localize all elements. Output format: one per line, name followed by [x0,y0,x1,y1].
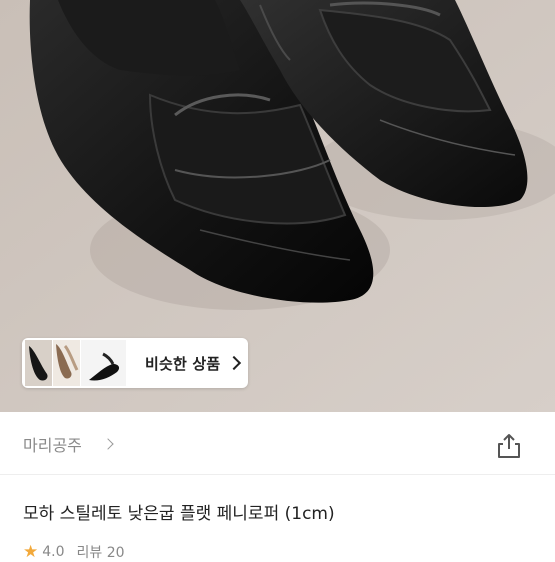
seller-name-link[interactable]: 마리공주 [23,432,82,456]
product-title: 모하 스틸레토 낮은굽 플랫 페니로퍼 (1cm) [23,504,335,524]
similar-thumb-1 [25,340,52,386]
similar-thumbnails [25,340,126,386]
chevron-right-icon [227,355,242,371]
similar-products-button[interactable]: 비슷한 상품 [22,338,248,388]
review-count-link[interactable]: 리뷰 20 [77,542,125,562]
chevron-right-icon [102,438,114,450]
star-icon: ★ [23,542,39,562]
similar-thumb-2 [53,340,80,386]
similar-products-label: 비슷한 상품 [145,354,221,373]
similar-thumb-3 [81,340,126,386]
rating-row: ★ 4.0 리뷰 20 [23,542,125,562]
share-icon[interactable] [495,432,523,460]
divider [0,474,555,475]
rating-value: 4.0 [42,544,65,560]
seller-row: 마리공주 [0,412,555,474]
